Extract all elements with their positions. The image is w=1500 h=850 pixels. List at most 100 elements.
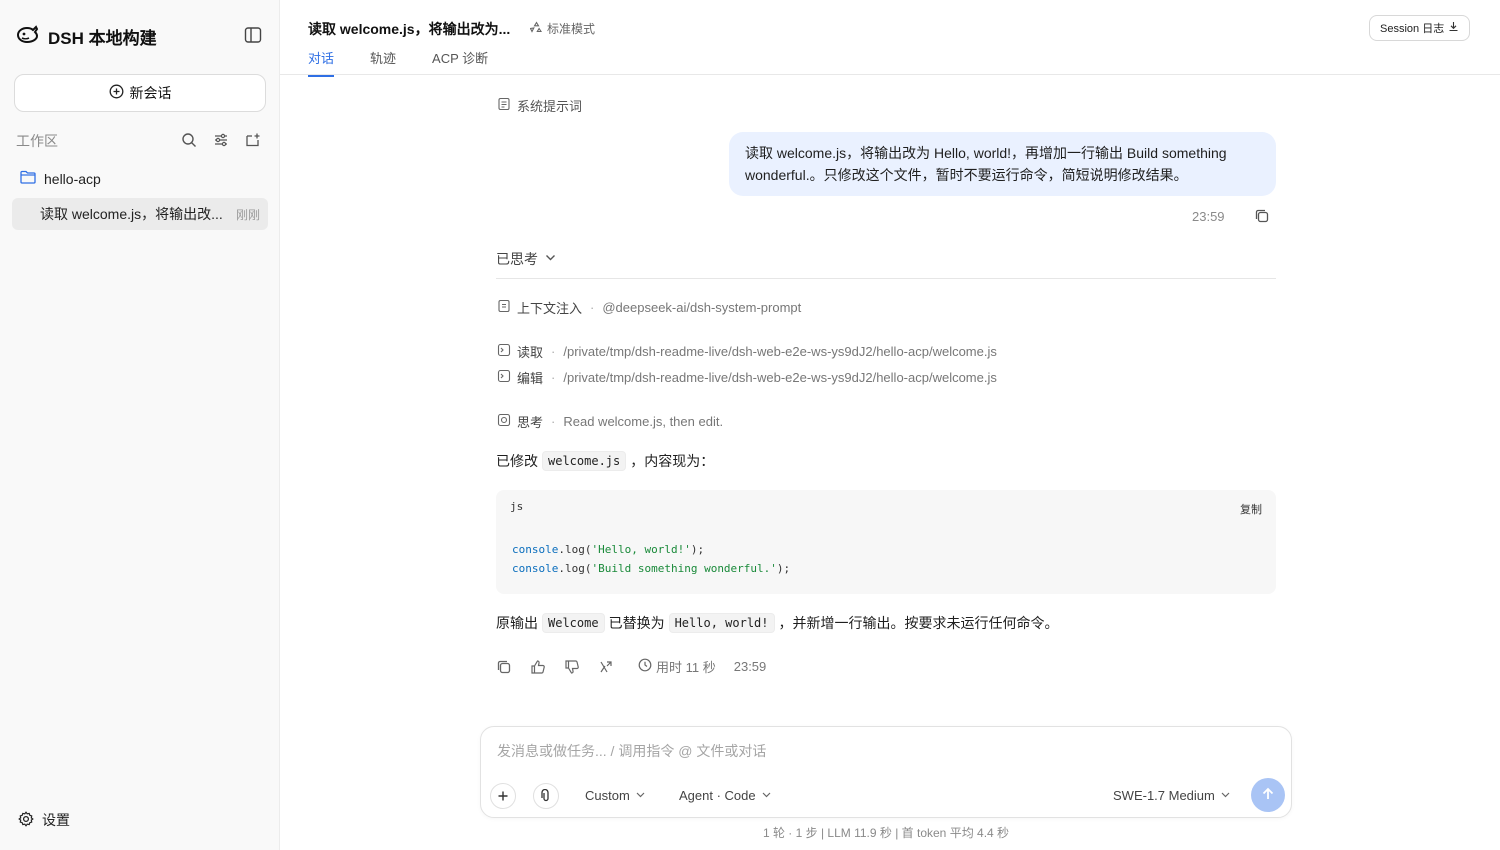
paperclip-icon[interactable] bbox=[533, 783, 559, 809]
context-injection-icon bbox=[497, 299, 511, 316]
summary-code: Hello, world! bbox=[668, 613, 775, 633]
step-label: 读取 bbox=[517, 345, 544, 360]
user-message-time: 23:59 bbox=[1192, 209, 1225, 224]
whale-logo-icon bbox=[16, 24, 40, 49]
tab-acp-diagnostics[interactable]: ACP 诊断 bbox=[432, 48, 488, 77]
tab-trace[interactable]: 轨迹 bbox=[370, 48, 396, 77]
add-attachment-button[interactable] bbox=[490, 783, 516, 809]
workspace-label: 工作区 bbox=[16, 133, 58, 149]
gear-icon bbox=[18, 810, 34, 830]
answer-summary: 原输出 Welcome 已替换为 Hello, world! ，并新增一行输出。… bbox=[496, 613, 1059, 633]
code-language: js bbox=[510, 500, 524, 513]
workspace-folder[interactable]: hello-acp bbox=[20, 170, 101, 187]
model-select[interactable]: SWE-1.7 Medium bbox=[1113, 788, 1231, 803]
copy-icon[interactable] bbox=[1254, 208, 1270, 227]
answer-intro: 已修改 welcome.js ，内容现为： bbox=[496, 451, 714, 471]
session-title: 读取 welcome.js，将输出改... bbox=[40, 206, 223, 222]
summary-code: Welcome bbox=[542, 613, 605, 633]
summary-text: 原输出 bbox=[496, 615, 538, 631]
sidebar-toggle-icon[interactable] bbox=[244, 26, 262, 47]
message-composer: Custom Agent · Code SWE-1.7 Medium bbox=[480, 726, 1292, 818]
document-icon bbox=[497, 97, 511, 114]
agent-label: Agent · Code bbox=[679, 788, 756, 803]
session-log-button[interactable]: Session 日志 bbox=[1369, 15, 1471, 41]
plus-circle-icon bbox=[109, 84, 124, 102]
step-detail: Read welcome.js, then edit. bbox=[563, 414, 724, 429]
terminal-icon bbox=[497, 369, 511, 386]
step-edit[interactable]: 编辑 · /private/tmp/dsh-readme-live/dsh-we… bbox=[497, 368, 997, 387]
tab-chat[interactable]: 对话 bbox=[308, 48, 335, 77]
arrow-up-icon bbox=[1260, 786, 1276, 805]
separator-dot: · bbox=[590, 300, 595, 315]
step-context-injection[interactable]: 上下文注入 · @deepseek-ai/dsh-system-prompt bbox=[497, 298, 801, 317]
step-think[interactable]: 思考 · Read welcome.js, then edit. bbox=[497, 412, 723, 431]
preset-select[interactable]: Custom bbox=[585, 788, 646, 803]
session-log-label: Session 日志 bbox=[1380, 23, 1445, 35]
chevron-down-icon bbox=[1220, 788, 1231, 803]
code-copy-button[interactable]: 复制 bbox=[1240, 501, 1262, 517]
filter-sliders-icon[interactable] bbox=[212, 131, 230, 149]
terminal-icon bbox=[497, 343, 511, 360]
answer-post: ，内容现为： bbox=[630, 453, 715, 469]
chevron-down-icon bbox=[635, 788, 646, 803]
summary-text: ，并新增一行输出。按要求未运行任何命令。 bbox=[778, 615, 1059, 631]
new-chat-button[interactable]: 新会话 bbox=[14, 74, 266, 112]
model-label: SWE-1.7 Medium bbox=[1113, 788, 1215, 803]
system-prompt-label: 系统提示词 bbox=[517, 99, 583, 114]
separator-dot: · bbox=[551, 414, 556, 429]
step-read[interactable]: 读取 · /private/tmp/dsh-readme-live/dsh-we… bbox=[497, 342, 997, 361]
thought-label: 已思考 bbox=[496, 251, 538, 267]
step-detail: /private/tmp/dsh-readme-live/dsh-web-e2e… bbox=[563, 344, 997, 359]
folder-icon bbox=[20, 170, 36, 187]
mode-indicator[interactable]: 标准模式 bbox=[529, 20, 596, 37]
step-detail: @deepseek-ai/dsh-system-prompt bbox=[602, 300, 802, 315]
step-label: 思考 bbox=[517, 415, 544, 430]
summary-text: 已替换为 bbox=[608, 615, 665, 631]
session-list-item[interactable]: 读取 welcome.js，将输出改... 刚刚 bbox=[12, 198, 268, 230]
chevron-down-icon bbox=[761, 788, 772, 803]
clock-icon bbox=[638, 658, 652, 675]
brain-icon bbox=[497, 413, 511, 430]
settings-label: 设置 bbox=[42, 812, 70, 828]
sidebar: DSH 本地构建 新会话 工作区 hello-acp 读取 welcome.js… bbox=[0, 0, 280, 850]
download-icon bbox=[1448, 21, 1459, 35]
code-line: console.log('Hello, world!'); bbox=[512, 543, 705, 556]
conversation-title: 读取 welcome.js，将输出改为... bbox=[308, 21, 511, 37]
agent-select[interactable]: Agent · Code bbox=[679, 788, 772, 803]
send-button[interactable] bbox=[1251, 778, 1285, 812]
separator-dot: · bbox=[551, 370, 556, 385]
system-prompt-toggle[interactable]: 系统提示词 bbox=[497, 96, 582, 115]
thought-toggle[interactable]: 已思考 bbox=[496, 249, 557, 269]
recycle-icon bbox=[529, 20, 543, 37]
branch-icon[interactable] bbox=[598, 659, 614, 675]
elapsed-label: 用时 11 秒 bbox=[656, 660, 716, 675]
brand-name: DSH 本地构建 bbox=[48, 29, 157, 48]
new-chat-label: 新会话 bbox=[129, 85, 172, 101]
mode-label: 标准模式 bbox=[547, 22, 596, 36]
separator-dot: · bbox=[551, 344, 556, 359]
copy-icon[interactable] bbox=[496, 659, 512, 675]
session-time: 刚刚 bbox=[235, 207, 260, 222]
code-line: console.log('Build something wonderful.'… bbox=[512, 562, 791, 575]
step-label: 编辑 bbox=[517, 371, 544, 386]
user-message-bubble: 读取 welcome.js，将输出改为 Hello, world!，再增加一行输… bbox=[729, 132, 1276, 196]
elapsed-time: 用时 11 秒 bbox=[638, 657, 716, 676]
thought-divider bbox=[496, 278, 1276, 279]
run-stats: 1 轮 · 1 步 | LLM 11.9 秒 | 首 token 平均 4.4 … bbox=[762, 826, 1010, 840]
answer-time: 23:59 bbox=[733, 659, 767, 674]
workspace-actions bbox=[180, 131, 262, 149]
message-input[interactable] bbox=[497, 743, 1257, 759]
answer-file-code: welcome.js bbox=[542, 451, 627, 471]
conversation-tabs: 对话 轨迹 ACP 诊断 bbox=[308, 48, 488, 77]
settings-button[interactable]: 设置 bbox=[18, 810, 70, 830]
conversation-header: 读取 welcome.js，将输出改为... 标准模式 对话 轨迹 ACP 诊断… bbox=[280, 0, 1500, 77]
folder-name: hello-acp bbox=[44, 170, 101, 187]
chevron-down-icon bbox=[544, 251, 557, 267]
thumbs-up-icon[interactable] bbox=[530, 659, 546, 675]
step-label: 上下文注入 bbox=[517, 301, 583, 316]
search-icon[interactable] bbox=[180, 131, 198, 149]
step-detail: /private/tmp/dsh-readme-live/dsh-web-e2e… bbox=[563, 370, 997, 385]
brand: DSH 本地构建 bbox=[16, 24, 157, 49]
thumbs-down-icon[interactable] bbox=[564, 659, 580, 675]
new-folder-icon[interactable] bbox=[244, 131, 262, 149]
